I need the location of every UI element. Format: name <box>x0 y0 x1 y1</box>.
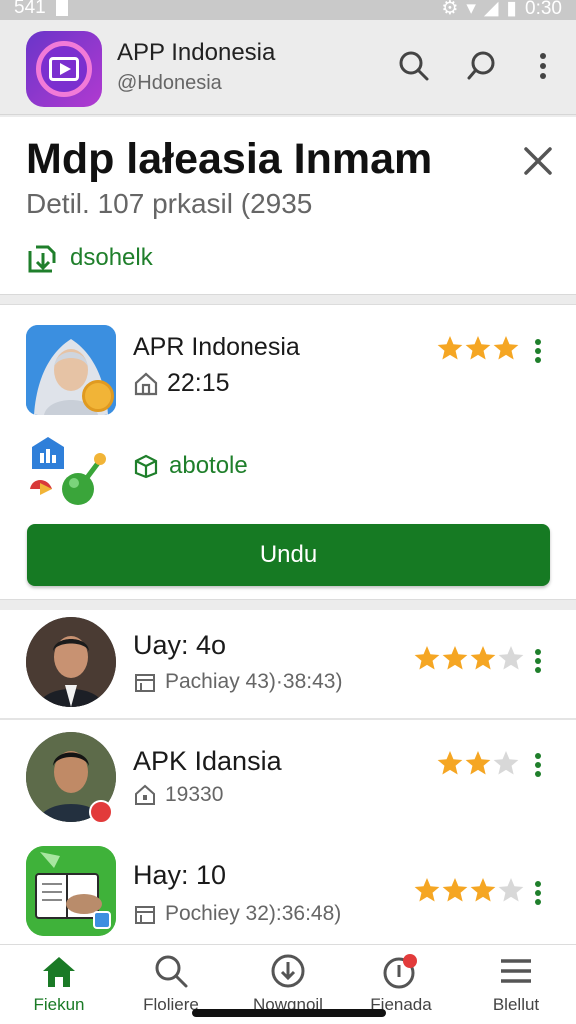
featured-app-card[interactable]: APR Indonesia 22:15 abotole Undu <box>0 304 576 600</box>
notification-icon <box>383 953 419 989</box>
battery-icon: ▮ <box>506 0 518 19</box>
featured-app-time: 22:15 <box>133 369 230 398</box>
nav-item-notifications[interactable]: Fienada <box>351 953 451 1015</box>
app-handle: @Hdonesia <box>117 72 222 94</box>
star-empty-icon <box>498 878 524 902</box>
list-item[interactable]: APK Idansia 19330 <box>0 720 576 834</box>
download-link[interactable]: dsohelk <box>26 241 153 275</box>
list-item[interactable]: Hay: 10 Pochiey 32):36:48) <box>0 834 576 944</box>
star-filled-icon <box>437 336 463 360</box>
notification-icon <box>55 0 68 16</box>
featured-more-icon[interactable] <box>533 338 543 364</box>
star-empty-icon <box>498 646 524 670</box>
calendar-icon <box>133 902 157 926</box>
featured-app-tag-label: abotole <box>169 452 248 479</box>
list-item[interactable]: Uay: 4o Pachiay 43)·38:43) <box>0 610 576 718</box>
star-filled-icon <box>470 878 496 902</box>
featured-app-name: APR Indonesia <box>133 333 300 361</box>
list-item-rating-stars <box>437 751 519 775</box>
nav-item-search[interactable]: Floliere <box>121 953 221 1015</box>
list-item-meta: Pochiey 32):36:48) <box>133 902 341 926</box>
star-filled-icon <box>414 646 440 670</box>
featured-app-tag[interactable]: abotole <box>133 452 248 480</box>
home-indicator <box>192 1009 386 1017</box>
status-bar: 541 ⚙ ▾ ◢ ▮ 0:30 <box>0 0 576 20</box>
star-filled-icon <box>414 878 440 902</box>
list-item-avatar <box>26 846 116 936</box>
list-item-meta: 19330 <box>133 783 223 807</box>
featured-app-time-value: 22:15 <box>167 369 230 397</box>
page-subtitle: Detil. 107 prkasil (2935 <box>26 188 313 219</box>
app-bar: APP Indonesia @Hdonesia <box>0 20 576 115</box>
home-icon <box>133 783 157 807</box>
star-filled-icon <box>437 751 463 775</box>
download-file-icon <box>26 241 60 275</box>
more-vert-icon[interactable] <box>525 48 561 84</box>
page-title: Mdp lałeasia Inmam <box>26 135 433 183</box>
star-filled-icon <box>465 336 491 360</box>
settings-icon: ⚙ <box>441 0 459 19</box>
signal-icon: ◢ <box>483 0 499 19</box>
nav-item-label: Floliere <box>143 995 199 1014</box>
search-icon[interactable] <box>396 48 432 84</box>
list-item-meta: Pachiay 43)·38:43) <box>133 670 342 694</box>
list-item-name: Uay: 4o <box>133 630 227 660</box>
close-icon[interactable] <box>518 141 558 181</box>
chat-icon[interactable] <box>463 48 499 84</box>
star-filled-icon <box>493 336 519 360</box>
nav-item-label: Fiekun <box>33 995 85 1014</box>
status-badge-icon <box>89 800 113 824</box>
list-item-name: Hay: 10 <box>133 860 227 890</box>
star-filled-icon <box>465 751 491 775</box>
list-item-name: APK Idansia <box>133 746 282 776</box>
star-filled-icon <box>442 646 468 670</box>
package-icon <box>133 453 159 479</box>
app-title: APP Indonesia <box>117 39 276 66</box>
list-item-meta-text: Pochiey 32):36:48) <box>165 902 342 925</box>
home-icon <box>133 371 159 397</box>
download-link-label: dsohelk <box>70 244 153 271</box>
download-button[interactable]: Undu <box>27 524 550 586</box>
list-item-rating-stars <box>414 878 524 902</box>
app-logo <box>26 31 102 107</box>
nav-item-downloads[interactable]: Nowgnoil <box>238 953 338 1015</box>
verified-badge-icon <box>82 380 114 412</box>
home-icon <box>39 953 79 989</box>
header-card: Mdp lałeasia Inmam Detil. 107 prkasil (2… <box>0 117 576 295</box>
nav-item-label: Blellut <box>492 995 540 1014</box>
calendar-icon <box>133 670 157 694</box>
star-filled-icon <box>470 646 496 670</box>
list-item-more-icon[interactable] <box>533 752 543 778</box>
menu-icon <box>498 953 534 989</box>
status-clock: 0:30 <box>525 0 562 19</box>
list-item-meta-text: Pachiay 43)·38:43) <box>165 670 343 693</box>
status-time: 541 <box>14 0 46 18</box>
list-item-rating-stars <box>414 646 524 670</box>
search-icon <box>153 953 189 989</box>
list-item-avatar <box>26 617 116 707</box>
list-item-more-icon[interactable] <box>533 648 543 674</box>
download-icon <box>270 953 306 989</box>
list-item-more-icon[interactable] <box>533 880 543 906</box>
nav-item-menu[interactable]: Blellut <box>466 953 566 1015</box>
nav-item-home[interactable]: Fiekun <box>9 953 109 1015</box>
featured-rating-stars <box>437 336 519 360</box>
app-category-illustration <box>26 433 110 509</box>
star-filled-icon <box>442 878 468 902</box>
star-empty-icon <box>493 751 519 775</box>
wifi-icon: ▾ <box>466 0 476 19</box>
list-item-meta-text: 19330 <box>165 783 224 806</box>
